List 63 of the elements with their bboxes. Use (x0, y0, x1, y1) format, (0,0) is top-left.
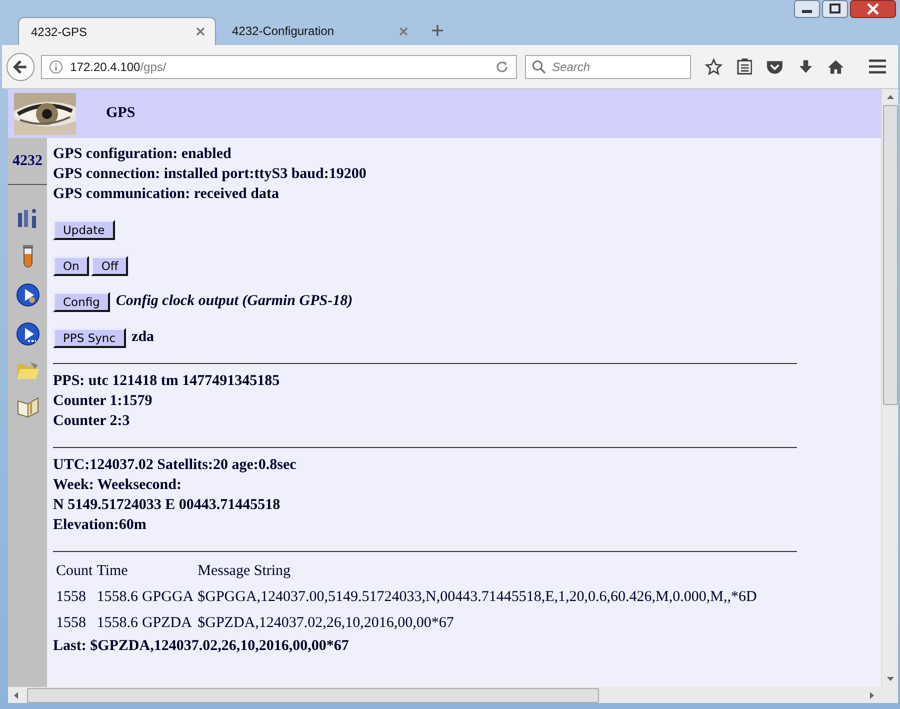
pocket-icon[interactable] (766, 58, 784, 74)
address-field[interactable]: 172.20.4.100/gps/ (41, 54, 518, 78)
table-cell-text: 1558 (55, 588, 87, 606)
table-cell-text: GPZDA (140, 614, 193, 632)
play-icon[interactable] (16, 283, 40, 307)
play-icon[interactable] (16, 322, 40, 346)
action-button[interactable]: Update (53, 220, 115, 240)
info-line: Counter 1:1579 (53, 392, 154, 411)
last-message: Last: $GPZDA,124037.02,26,10,2016,00,00*67 (53, 637, 350, 656)
browser-tab[interactable]: 4232-Configuration (220, 17, 418, 45)
download-icon[interactable] (798, 58, 814, 74)
table-cell-text: $GPZDA,124037.02,26,10,2016,00,00*67 (196, 614, 455, 632)
column-header: Time (96, 562, 129, 581)
browser-tab[interactable]: 4232-GPS (18, 17, 216, 45)
scroll-up-icon[interactable] (886, 95, 894, 99)
clipboard-icon[interactable] (736, 58, 752, 75)
minimize-icon[interactable] (794, 0, 820, 18)
table-cell-text: 1558 (55, 614, 87, 632)
star-icon[interactable] (705, 58, 723, 76)
info-line: N 5149.51724033 E 00443.71445518 (53, 496, 282, 515)
scroll-right-icon[interactable] (870, 692, 874, 698)
page-title: GPS (106, 105, 136, 122)
sidebar-label: 4232 (8, 138, 47, 185)
maximize-icon[interactable] (822, 0, 848, 18)
reload-icon[interactable] (495, 60, 510, 74)
scroll-thumb[interactable] (27, 688, 599, 702)
close-icon[interactable] (850, 0, 896, 18)
action-button[interactable]: Config (53, 292, 110, 312)
info-line: PPS: utc 121418 tm 1477491345185 (53, 372, 281, 391)
status-line: GPS configuration: enabled (53, 145, 232, 164)
info-line: Elevation:60m (53, 516, 148, 535)
action-note: zda (132, 329, 154, 346)
bars-icon[interactable] (16, 207, 38, 229)
new-tab-icon[interactable] (432, 25, 443, 36)
table-cell-text: $GPGGA,124037.00,5149.51724033,N,00443.71445518,E,1,20,0.6,60.426,M,0.000,M,,*6D (196, 588, 758, 606)
table-cell-text: 1558.6 (96, 588, 139, 606)
table-cell-text: 1558.6 (96, 614, 139, 632)
info-line: Week: Weeksecond: (53, 476, 182, 495)
close-icon[interactable] (196, 27, 205, 36)
back-icon[interactable] (6, 52, 36, 82)
menu-icon[interactable] (868, 59, 886, 74)
scroll-left-icon[interactable] (14, 692, 18, 698)
action-button[interactable]: PPS Sync (53, 328, 126, 348)
info-line: Counter 2:3 (53, 412, 131, 431)
action-button[interactable]: On (53, 256, 90, 276)
home-icon[interactable] (827, 58, 845, 74)
search-icon (532, 60, 546, 74)
status-line: GPS communication: received data (53, 185, 280, 204)
scroll-down-icon[interactable] (886, 677, 894, 681)
table-cell-text: GPGGA (140, 588, 195, 606)
info-icon (49, 60, 64, 74)
info-line: UTC:124037.02 Satellits:20 age:0.8sec (53, 456, 298, 475)
action-note: Config clock output (Garmin GPS-18) (116, 293, 353, 310)
column-header: Count (55, 562, 94, 581)
scroll-thumb[interactable] (882, 105, 898, 405)
column-header: Message String (196, 562, 292, 581)
action-button[interactable]: Off (91, 256, 128, 276)
search-field[interactable]: Search (525, 54, 692, 78)
vertical-scrollbar[interactable] (881, 89, 898, 687)
status-line: GPS connection: installed port:ttyS3 baud:19200 (53, 165, 368, 184)
folder-icon[interactable] (16, 361, 40, 381)
book-icon[interactable] (16, 396, 40, 418)
horizontal-scrollbar[interactable] (8, 687, 898, 703)
